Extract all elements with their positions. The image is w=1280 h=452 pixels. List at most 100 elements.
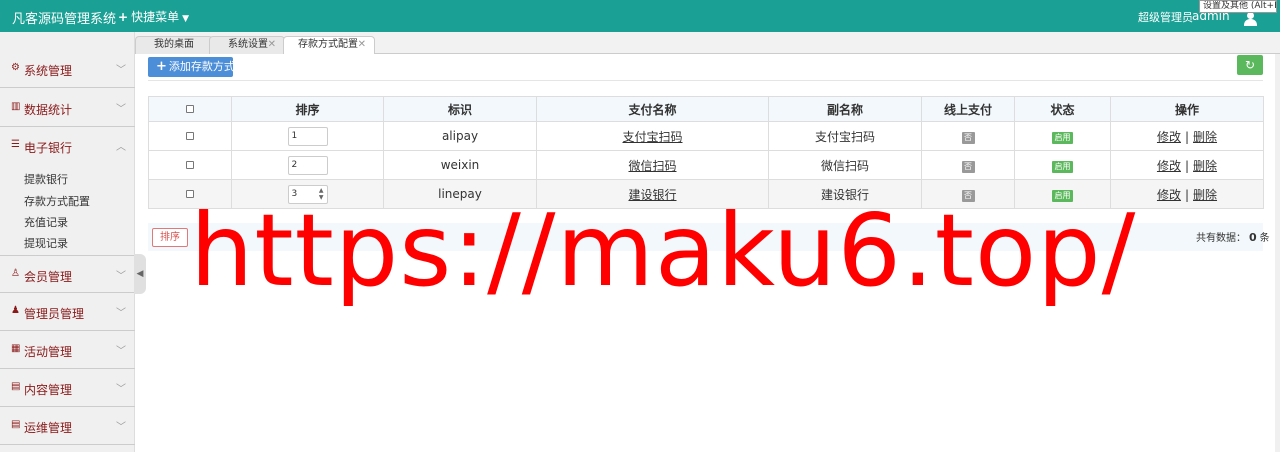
sort-button[interactable]: 排序 bbox=[152, 228, 188, 247]
chevron-up-icon: ︿ bbox=[116, 142, 126, 153]
sidebar-sub-withdraw-log[interactable]: 提现记录 bbox=[24, 235, 68, 251]
tab-deposit-config[interactable]: 存款方式配置 ✕ bbox=[283, 36, 375, 54]
chevron-down-icon: ﹀ bbox=[116, 308, 126, 319]
table-row: 1 alipay 支付宝扫码 支付宝扫码 否 启用 修改 | 删除 bbox=[148, 121, 1264, 151]
row-checkbox[interactable] bbox=[186, 132, 194, 140]
settings-person-icon[interactable] bbox=[1243, 12, 1257, 26]
watermark-text: https://maku6.top/ bbox=[190, 192, 1137, 309]
column-header: 状态 bbox=[1014, 96, 1111, 122]
sort-value: 2 bbox=[291, 159, 298, 170]
table-row: 2 weixin 微信扫码 微信扫码 否 启用 修改 | 删除 bbox=[148, 150, 1264, 180]
key-cell: alipay bbox=[383, 121, 537, 151]
total-unit: 条 bbox=[1259, 233, 1270, 244]
close-icon[interactable]: ✕ bbox=[268, 37, 276, 53]
actions-cell: 修改 | 删除 bbox=[1110, 150, 1264, 180]
delete-link[interactable]: 删除 bbox=[1193, 159, 1217, 173]
column-header: 排序 bbox=[231, 96, 384, 122]
sidebar-item-activities[interactable]: ▦ 活动管理 ﹀ bbox=[0, 331, 135, 369]
quick-menu-label: 快捷菜单 bbox=[131, 10, 180, 24]
status-cell: 启用 bbox=[1014, 121, 1111, 151]
sidebar-sub-withdraw-bank[interactable]: 提款银行 bbox=[24, 171, 68, 187]
close-icon[interactable]: ✕ bbox=[358, 37, 366, 53]
chevron-down-icon: ﹀ bbox=[116, 104, 126, 115]
payment-name-link[interactable]: 支付宝扫码 bbox=[622, 130, 682, 144]
gift-icon: ▦ bbox=[11, 343, 21, 354]
sidebar-item-content[interactable]: ▤ 内容管理 ﹀ bbox=[0, 369, 135, 407]
sidebar-item-label: 管理员管理 bbox=[24, 307, 85, 321]
status-badge: 启用 bbox=[1052, 131, 1073, 144]
tab-desktop[interactable]: 我的桌面 bbox=[135, 36, 213, 54]
total-count: 共有数据： 0 条 bbox=[1196, 229, 1270, 244]
plus-icon: + bbox=[156, 59, 167, 74]
quick-menu-button[interactable]: + 快捷菜单 ▼ bbox=[118, 8, 189, 25]
actions-cell: 修改 | 删除 bbox=[1110, 121, 1264, 151]
name-cell: 支付宝扫码 bbox=[536, 121, 769, 151]
column-header: 支付名称 bbox=[536, 96, 769, 122]
top-bar: 凡客源码管理系统 + 快捷菜单 ▼ 超级管理员 admin bbox=[0, 0, 1280, 32]
chevron-down-icon: ﹀ bbox=[116, 422, 126, 433]
alias-cell: 微信扫码 bbox=[768, 150, 922, 180]
plus-icon: + bbox=[118, 10, 129, 24]
sidebar-item-label: 活动管理 bbox=[24, 345, 73, 359]
delete-link[interactable]: 删除 bbox=[1193, 130, 1217, 144]
payment-name-link[interactable]: 微信扫码 bbox=[628, 159, 676, 173]
select-all-cell bbox=[148, 96, 232, 122]
refresh-button[interactable]: ↻ bbox=[1237, 55, 1263, 75]
separator: | bbox=[1184, 129, 1190, 144]
tab-label: 存款方式配置 bbox=[298, 39, 358, 50]
alias-cell: 支付宝扫码 bbox=[768, 121, 922, 151]
scrollbar[interactable] bbox=[1275, 54, 1280, 452]
edit-link[interactable]: 修改 bbox=[1157, 159, 1181, 173]
column-header: 操作 bbox=[1110, 96, 1264, 122]
sidebar-item-label: 运维管理 bbox=[24, 421, 73, 435]
admin-icon: ♟ bbox=[11, 305, 20, 316]
sort-order-input[interactable]: 1 bbox=[287, 126, 328, 146]
online-badge: 否 bbox=[961, 160, 975, 173]
sidebar-sub-recharge-log[interactable]: 充值记录 bbox=[24, 214, 68, 230]
sidebar: ⚙ 系统管理 ﹀ ▥ 数据统计 ﹀ ☰ 电子银行 ︿ 提款银行 存款方式配置 充… bbox=[0, 32, 135, 452]
edit-link[interactable]: 修改 bbox=[1157, 130, 1181, 144]
select-all-checkbox[interactable] bbox=[186, 105, 194, 113]
tab-system-settings[interactable]: 系统设置 ✕ bbox=[209, 36, 285, 54]
add-button-label: 添加存款方式 bbox=[168, 60, 235, 73]
sidebar-sub-deposit-config[interactable]: 存款方式配置 bbox=[24, 193, 90, 209]
sidebar-item-label: 会员管理 bbox=[24, 270, 73, 284]
user-icon: ♙ bbox=[11, 268, 20, 279]
chevron-down-icon: ﹀ bbox=[116, 384, 126, 395]
list-icon: ☰ bbox=[11, 139, 20, 150]
chart-icon: ▥ bbox=[11, 101, 21, 112]
sidebar-item-ops[interactable]: ▤ 运维管理 ﹀ bbox=[0, 407, 135, 445]
delete-link[interactable]: 删除 bbox=[1193, 188, 1217, 202]
tab-label: 系统设置 bbox=[228, 39, 268, 50]
doc-icon: ▤ bbox=[11, 381, 21, 392]
user-role: 超级管理员 bbox=[1138, 11, 1193, 24]
sort-cell: 1 bbox=[231, 121, 384, 151]
total-label: 共有数据： bbox=[1196, 233, 1246, 244]
row-select-cell bbox=[148, 121, 232, 151]
sidebar-item-system[interactable]: ⚙ 系统管理 ﹀ bbox=[0, 50, 135, 88]
tab-label: 我的桌面 bbox=[154, 39, 194, 50]
column-header: 副名称 bbox=[768, 96, 922, 122]
edit-link[interactable]: 修改 bbox=[1157, 188, 1181, 202]
name-cell: 微信扫码 bbox=[536, 150, 769, 180]
sidebar-item-stats[interactable]: ▥ 数据统计 ﹀ bbox=[0, 89, 135, 127]
sidebar-collapse-handle[interactable]: ◀ bbox=[134, 254, 146, 294]
separator: | bbox=[1184, 158, 1190, 173]
chevron-down-icon: ﹀ bbox=[116, 346, 126, 357]
sidebar-item-admins[interactable]: ♟ 管理员管理 ﹀ bbox=[0, 293, 135, 331]
table-header-row: 排序 标识 支付名称 副名称 线上支付 状态 操作 bbox=[148, 96, 1264, 122]
chevron-down-icon: ﹀ bbox=[116, 65, 126, 76]
refresh-icon: ↻ bbox=[1244, 58, 1256, 72]
column-header: 标识 bbox=[383, 96, 537, 122]
online-badge: 否 bbox=[961, 131, 975, 144]
add-deposit-method-button[interactable]: + 添加存款方式 bbox=[148, 57, 235, 77]
divider bbox=[148, 80, 1263, 81]
row-select-cell bbox=[148, 150, 232, 180]
sidebar-item-ebank[interactable]: ☰ 电子银行 ︿ bbox=[0, 127, 135, 165]
sort-order-input[interactable]: 2 bbox=[287, 155, 328, 175]
sidebar-item-label: 系统管理 bbox=[24, 64, 73, 78]
row-checkbox[interactable] bbox=[186, 161, 194, 169]
separator: | bbox=[1184, 187, 1190, 202]
total-value: 0 bbox=[1249, 231, 1257, 244]
sidebar-item-members[interactable]: ♙ 会员管理 ﹀ bbox=[0, 255, 135, 293]
